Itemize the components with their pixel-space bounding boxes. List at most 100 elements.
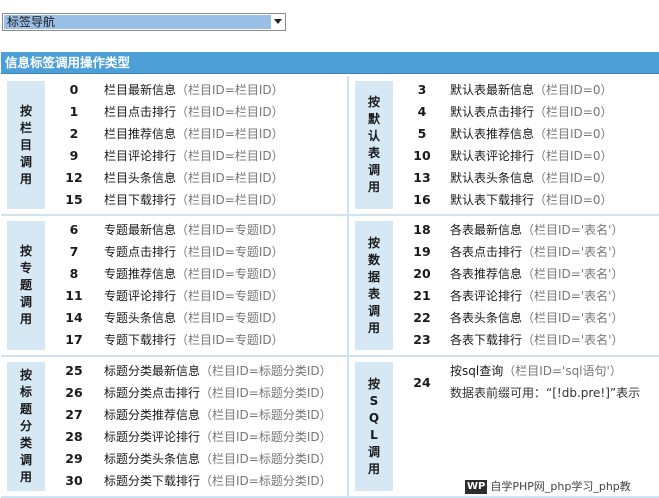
type-label: 标题分类头条信息 [104,452,201,466]
type-code: 19 [413,244,431,259]
type-code: 28 [65,429,83,444]
type-param: （栏目ID=栏目ID） [176,127,284,141]
sql-prefix-note: 数据表前缀可用：“[!db.pre!]”表示 [450,386,641,400]
group-side-label: 按数据表调用 [355,221,393,350]
type-param: （栏目ID=专题ID） [176,311,284,325]
type-label: 栏目评论排行 [104,149,177,163]
type-param: （栏目ID=专题ID） [176,245,284,259]
group-side-label: 按默认表调用 [355,81,393,209]
watermark: WP 自学PHP网_php学习_php教 [465,478,655,496]
type-param: （栏目ID=专题ID） [176,289,284,303]
group-by-topic: 按专题调用 6 专题最新信息（栏目ID=专题ID） 7 专题点击排行（栏目ID=… [1,216,347,355]
type-code: 23 [413,332,431,347]
type-code: 5 [417,126,427,141]
type-param: （栏目ID=标题分类ID） [200,474,332,488]
type-param: （栏目ID=专题ID） [176,223,284,237]
type-param: （栏目ID=0） [534,105,613,119]
watermark-logo: WP [465,480,488,494]
type-param: （栏目ID=标题分类ID） [200,386,332,400]
type-code: 1 [69,104,79,119]
type-label: 默认表评论排行 [450,149,535,163]
type-label: 栏目头条信息 [104,171,177,185]
type-param: （栏目ID='表名'） [522,289,624,303]
type-code: 7 [69,244,79,259]
nav-select-value[interactable]: 标签导航 [4,15,271,29]
type-param: （栏目ID=0） [534,193,613,207]
type-label: 专题头条信息 [104,311,177,325]
type-code: 29 [65,451,83,466]
type-label: 默认表头条信息 [450,171,535,185]
type-code: 27 [65,407,83,422]
type-label: 各表推荐信息 [450,267,523,281]
type-code: 8 [69,266,79,281]
tag-call-types-panel: 信息标签调用操作类型 按栏目调用 0 栏目最新信息（栏目ID=栏目ID） 1 栏… [1,52,659,498]
type-code: 2 [69,126,79,141]
type-code: 25 [65,363,83,378]
group-side-label: 按专题调用 [7,221,45,350]
type-label: 按sql查询 [450,364,504,378]
type-param: （栏目ID=栏目ID） [176,83,284,97]
type-code: 26 [65,385,83,400]
type-param: （栏目ID=0） [534,83,613,97]
type-code: 30 [65,473,83,488]
type-label: 专题评论排行 [104,289,177,303]
type-code: 11 [65,288,83,303]
type-label: 标题分类最新信息 [104,364,201,378]
type-label: 默认表最新信息 [450,83,535,97]
type-code: 16 [413,192,431,207]
type-param: （栏目ID=标题分类ID） [200,430,332,444]
nav-select[interactable]: 标签导航 [2,13,286,31]
group-side-label: 按SQL调用 [355,362,393,491]
type-label: 栏目推荐信息 [104,127,177,141]
type-param: （栏目ID=标题分类ID） [200,364,332,378]
type-param: （栏目ID=0） [534,149,613,163]
type-label: 栏目点击排行 [104,105,177,119]
group-by-default-table: 按默认表调用 3 默认表最新信息（栏目ID=0） 4 默认表点击排行（栏目ID=… [349,76,659,214]
type-label: 各表最新信息 [450,223,523,237]
type-code: 3 [417,82,427,97]
type-label: 栏目下载排行 [104,193,177,207]
group-by-column: 按栏目调用 0 栏目最新信息（栏目ID=栏目ID） 1 栏目点击排行（栏目ID=… [1,76,347,214]
type-param: （栏目ID=标题分类ID） [200,452,332,466]
type-label: 标题分类下载排行 [104,474,201,488]
type-param: （栏目ID=栏目ID） [176,149,284,163]
type-param: （栏目ID=栏目ID） [176,105,284,119]
type-param: （栏目ID='表名'） [522,245,624,259]
chevron-down-icon[interactable] [274,19,282,24]
group-side-label: 按栏目调用 [7,81,45,209]
type-param: （栏目ID=0） [534,127,613,141]
type-label: 专题点击排行 [104,245,177,259]
type-label: 各表评论排行 [450,289,523,303]
type-label: 默认表推荐信息 [450,127,535,141]
group-side-label: 按标题分类调用 [7,362,45,491]
group-by-title-category: 按标题分类调用 25 标题分类最新信息（栏目ID=标题分类ID） 26 标题分类… [1,357,347,496]
type-code: 20 [413,266,431,281]
panel-title: 信息标签调用操作类型 [1,52,659,74]
type-code: 14 [65,310,83,325]
type-param: （栏目ID='表名'） [522,311,624,325]
type-param: （栏目ID=专题ID） [176,333,284,347]
type-param: （栏目ID='sql语句'） [503,364,622,378]
type-label: 各表下载排行 [450,333,523,347]
type-label: 标题分类评论排行 [104,430,201,444]
type-param: （栏目ID=栏目ID） [176,171,284,185]
type-code: 13 [413,170,431,185]
type-param: （栏目ID=专题ID） [176,267,284,281]
type-code: 22 [413,310,431,325]
type-code: 4 [417,104,427,119]
type-label: 各表点击排行 [450,245,523,259]
group-by-sql: 按SQL调用 24 按sql查询（栏目ID='sql语句'） 数据表前缀可用：“… [349,357,659,496]
type-param: （栏目ID='表名'） [522,267,624,281]
type-code: 18 [413,222,431,237]
type-label: 各表头条信息 [450,311,523,325]
type-label: 专题推荐信息 [104,267,177,281]
watermark-text: 自学PHP网_php学习_php教 [490,480,631,493]
type-label: 标题分类推荐信息 [104,408,201,422]
type-label: 专题最新信息 [104,223,177,237]
type-code: 24 [413,375,431,390]
type-label: 栏目最新信息 [104,83,177,97]
type-param: （栏目ID=标题分类ID） [200,408,332,422]
type-param: （栏目ID='表名'） [522,333,624,347]
type-param: （栏目ID=0） [534,171,613,185]
type-code: 6 [69,222,79,237]
